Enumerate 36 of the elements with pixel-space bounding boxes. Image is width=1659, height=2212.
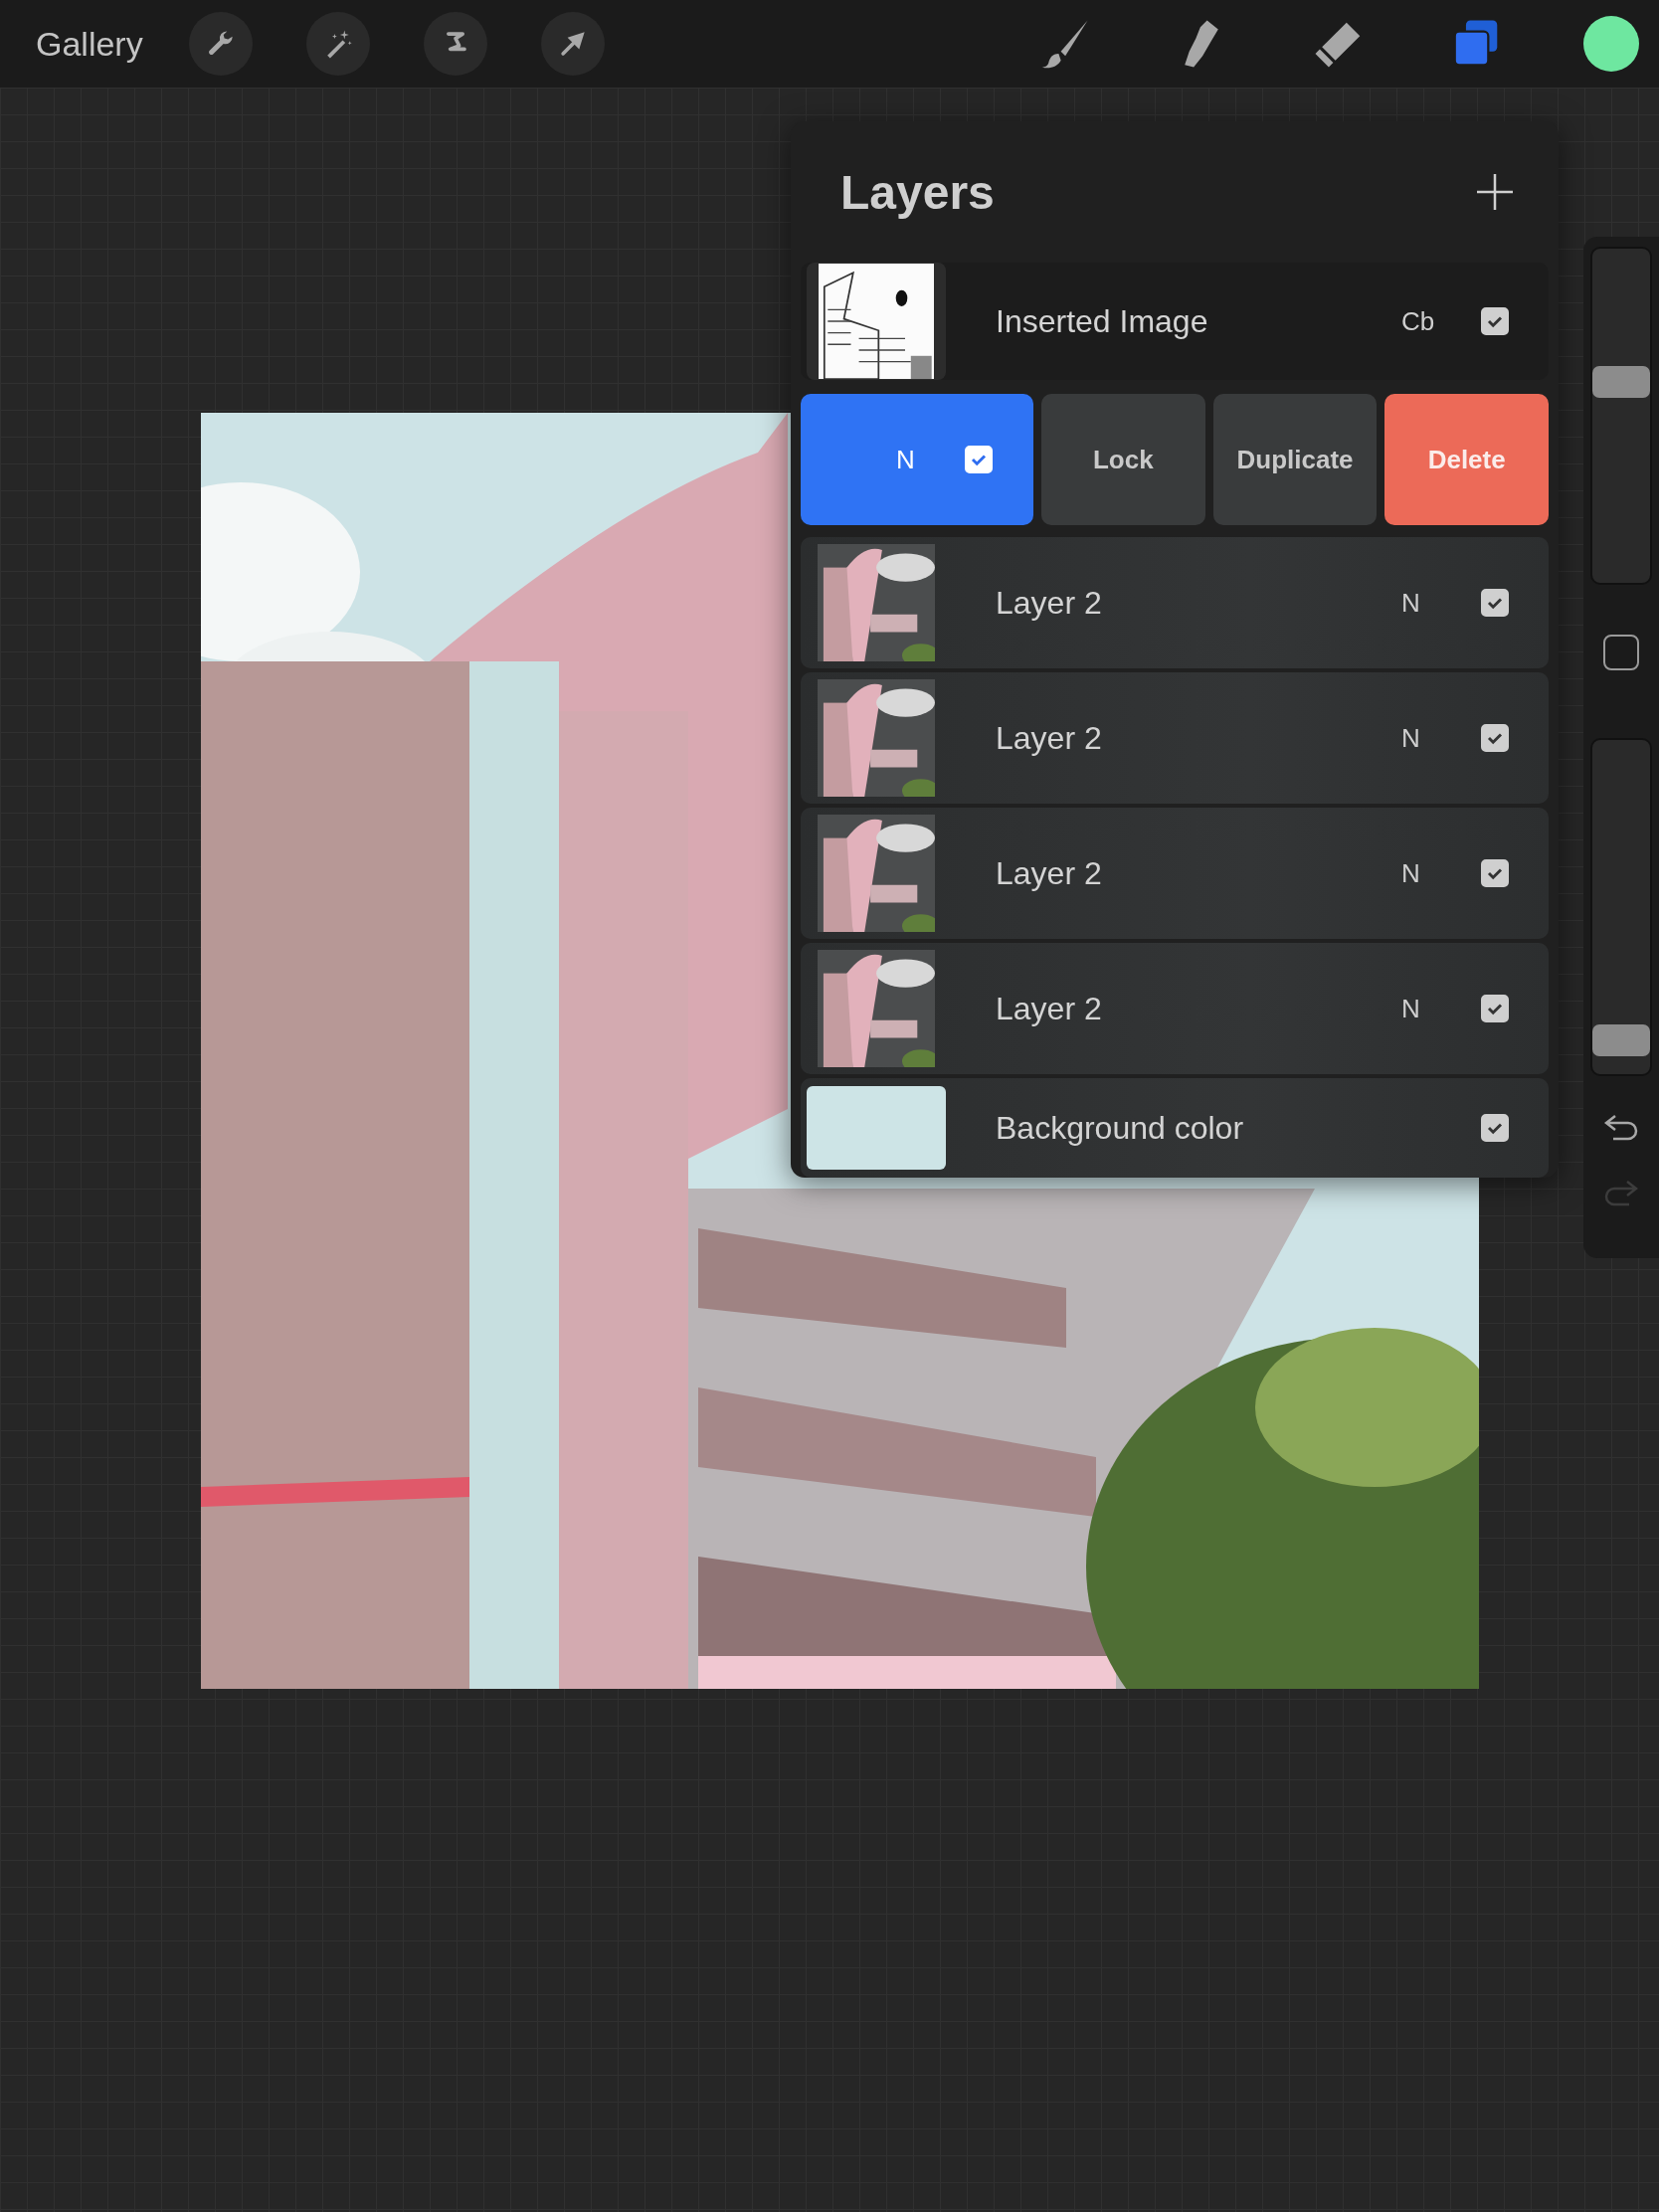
panel-title: Layers — [840, 164, 995, 220]
layer-row[interactable]: Inserted Image Cb — [801, 263, 1549, 380]
layer-action-button[interactable]: Duplicate — [1212, 394, 1378, 525]
blend-mode[interactable]: N — [1401, 587, 1481, 619]
brush-size-slider[interactable] — [1590, 247, 1652, 585]
layer-name: Layer 2 — [996, 990, 1103, 1027]
layer-name: Layer 2 — [996, 854, 1103, 892]
layer-action-button[interactable]: Lock — [1041, 394, 1205, 525]
selected-layer[interactable]: N — [801, 394, 1033, 525]
layer-name: Layer 2 — [996, 584, 1103, 622]
layer-row[interactable]: Layer 2 N — [801, 537, 1549, 668]
visibility-checkbox[interactable] — [1481, 859, 1509, 887]
color-swatch[interactable] — [1583, 16, 1639, 72]
blend-mode[interactable]: N — [1401, 857, 1481, 889]
visibility-checkbox[interactable] — [1481, 995, 1509, 1022]
layer-row[interactable]: Layer 2 N — [801, 808, 1549, 939]
layer-name: Inserted Image — [996, 302, 1209, 340]
add-icon[interactable] — [1475, 172, 1515, 212]
square-button[interactable] — [1603, 635, 1639, 670]
visibility-checkbox[interactable] — [1481, 307, 1509, 335]
visibility-checkbox[interactable] — [1481, 589, 1509, 617]
layer-row[interactable]: Layer 2 N — [801, 943, 1549, 1074]
slider-thumb[interactable] — [1592, 1024, 1650, 1057]
layer-name: Background color — [996, 1109, 1245, 1147]
visibility-checkbox[interactable] — [1481, 1114, 1509, 1142]
gallery-button[interactable]: Gallery — [36, 24, 143, 64]
visibility-checkbox[interactable] — [1481, 724, 1509, 752]
blend-mode[interactable]: N — [896, 444, 915, 475]
blend-mode[interactable]: N — [1401, 722, 1481, 754]
layer-row[interactable]: Background color — [801, 1078, 1549, 1178]
blend-mode[interactable]: Cb — [1401, 305, 1481, 337]
opacity-slider[interactable] — [1590, 738, 1652, 1076]
layer-row[interactable]: Layer 2 N — [801, 672, 1549, 804]
blend-mode[interactable]: N — [1401, 993, 1481, 1024]
layer-name: Layer 2 — [996, 719, 1103, 757]
slider-thumb[interactable] — [1592, 366, 1650, 399]
